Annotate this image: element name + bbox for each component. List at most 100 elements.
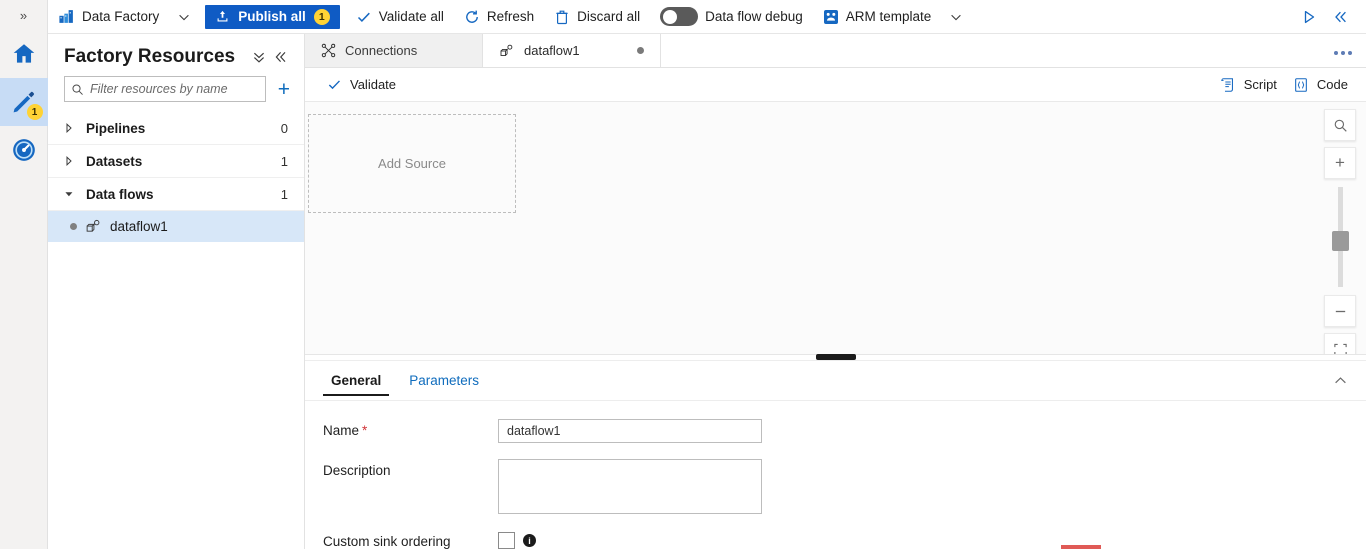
validate-button[interactable]: Validate [319, 68, 404, 102]
chevron-up-icon [1333, 373, 1348, 388]
data-flow-canvas[interactable]: Add Source + [305, 102, 1366, 355]
tab-label: Connections [345, 43, 418, 58]
field-row-description: Description [323, 459, 1366, 514]
canvas-zoom-controls: + [1324, 109, 1356, 354]
editor-area: Connections dataflow1 Validate Script Co… [305, 34, 1366, 549]
collapse-resources-panel-button[interactable] [270, 46, 292, 68]
code-label: Code [1316, 77, 1348, 92]
search-input[interactable] [90, 82, 259, 96]
product-menu-caret[interactable] [169, 0, 199, 34]
rail-item-home[interactable] [0, 30, 48, 78]
add-resource-button[interactable]: + [274, 79, 294, 100]
editor-tabstrip: Connections dataflow1 [305, 34, 1366, 68]
editor-action-bar: Validate Script Code [305, 68, 1366, 102]
tree-item-count: 1 [280, 186, 288, 202]
script-button[interactable]: Script [1212, 68, 1285, 102]
publish-all-button[interactable]: Publish all 1 [205, 4, 340, 29]
tab-label: dataflow1 [524, 43, 580, 58]
tab-dataflow1[interactable]: dataflow1 [483, 34, 661, 67]
search-icon [1333, 118, 1348, 133]
checkmark-icon [327, 77, 342, 92]
tree-item-label: Pipelines [86, 120, 146, 136]
name-label-wrap: Name * [323, 419, 498, 438]
splitter-grip[interactable] [815, 354, 856, 360]
zoom-in-button[interactable]: + [1324, 147, 1356, 179]
chevron-down-icon [949, 10, 963, 24]
chevron-right-icon[interactable] [64, 123, 86, 133]
trash-icon [554, 9, 570, 25]
zoom-slider-handle[interactable] [1331, 231, 1349, 251]
data-flow-debug-toggle[interactable]: Data flow debug [650, 0, 813, 34]
validate-all-label: Validate all [378, 9, 444, 24]
tree-item-datasets[interactable]: Datasets 1 [48, 145, 304, 178]
fit-to-screen-button[interactable] [1324, 333, 1356, 354]
checkmark-icon [356, 9, 372, 25]
collapse-all-button[interactable] [248, 46, 270, 68]
code-button[interactable]: Code [1285, 68, 1356, 102]
zoom-slider[interactable] [1331, 187, 1349, 287]
tree-item-count: 0 [280, 120, 288, 136]
data-flow-debug-label: Data flow debug [705, 9, 803, 24]
tree-item-label: Datasets [86, 153, 143, 169]
description-label: Description [323, 463, 391, 478]
toolbar-collapse-button[interactable] [1326, 2, 1356, 32]
factory-resources-panel: Factory Resources Filter resources by na… [48, 34, 305, 549]
data-flow-icon [499, 43, 515, 59]
product-menu[interactable]: Data Factory [48, 0, 169, 34]
rail-item-author[interactable]: 1 [0, 78, 48, 126]
discard-all-button[interactable]: Discard all [544, 0, 650, 34]
name-field[interactable] [498, 419, 762, 443]
description-field[interactable] [498, 459, 762, 514]
arm-template-label: ARM template [845, 9, 932, 24]
rail-item-monitor[interactable] [0, 126, 48, 174]
tree-leaf-label: dataflow1 [110, 219, 168, 234]
tab-general[interactable]: General [323, 361, 390, 401]
chevron-right-icon[interactable] [64, 156, 86, 166]
script-icon [1220, 77, 1236, 93]
tab-parameters[interactable]: Parameters [401, 361, 487, 401]
monitor-gauge-icon [11, 137, 37, 163]
toggle-switch[interactable] [660, 7, 699, 26]
general-form: Name* Description Custom sink ordering i [305, 401, 1366, 549]
arm-template-menu[interactable]: ARM template [813, 0, 942, 34]
play-triangle-icon [1301, 9, 1317, 25]
toggle-knob [663, 9, 678, 24]
double-chevron-left-icon [1332, 8, 1350, 26]
tree-leaf-dataflow1[interactable]: dataflow1 [48, 211, 304, 242]
status-dot [70, 223, 77, 230]
home-icon [11, 41, 37, 67]
custom-sink-ordering-label: Custom sink ordering [323, 534, 451, 549]
rail-expand-button[interactable]: » [0, 0, 47, 30]
filter-row: + [48, 74, 304, 112]
arm-template-caret[interactable] [941, 0, 971, 34]
toolbar-right-actions [1294, 2, 1366, 32]
refresh-button[interactable]: Refresh [454, 0, 544, 34]
zoom-out-button[interactable] [1324, 295, 1356, 327]
collapse-properties-button[interactable] [1315, 373, 1366, 388]
tab-more-options-button[interactable] [1317, 34, 1366, 67]
publish-badge-count: 1 [313, 8, 330, 25]
name-label: Name [323, 423, 360, 438]
more-options-icon [1331, 42, 1352, 60]
add-source-button[interactable]: Add Source [308, 114, 516, 213]
field-row-custom-sink-ordering: Custom sink ordering i [323, 530, 1366, 549]
chevron-down-filled-icon[interactable] [64, 189, 86, 199]
tree-item-data-flows[interactable]: Data flows 1 [48, 178, 304, 211]
filter-resources-box[interactable] [64, 76, 266, 102]
arm-template-icon [823, 9, 839, 25]
info-icon[interactable]: i [523, 534, 536, 547]
run-button[interactable] [1294, 2, 1324, 32]
custom-sink-ordering-checkbox[interactable] [498, 532, 515, 549]
author-badge-count: 1 [26, 104, 43, 120]
tabstrip-spacer [661, 34, 1317, 67]
fit-to-screen-icon [1333, 342, 1348, 354]
tree-item-pipelines[interactable]: Pipelines 0 [48, 112, 304, 145]
tab-connections[interactable]: Connections [305, 34, 483, 67]
field-row-name: Name * [323, 419, 1366, 443]
validate-all-button[interactable]: Validate all [346, 0, 454, 34]
refresh-icon [464, 9, 480, 25]
search-icon [71, 83, 84, 96]
publish-all-label: Publish all [238, 9, 306, 24]
publish-upload-icon [215, 9, 230, 24]
zoom-search-button[interactable] [1324, 109, 1356, 141]
